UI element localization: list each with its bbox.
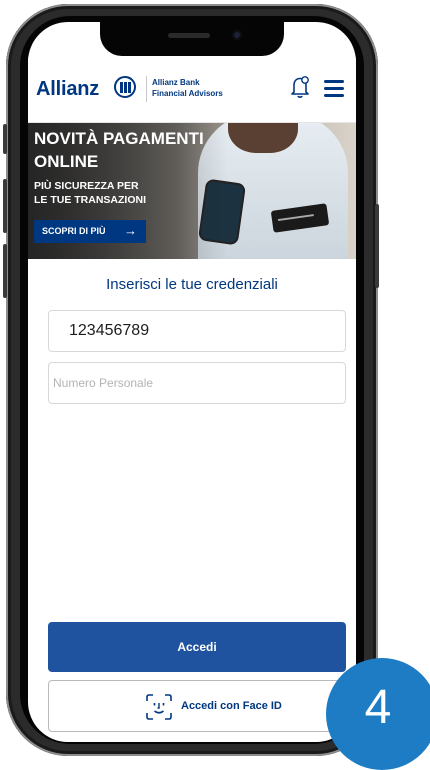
volume-down-button (3, 244, 7, 298)
face-id-login-button[interactable]: Accedi con Face ID (48, 680, 346, 732)
power-button (375, 204, 379, 288)
discover-more-button[interactable]: SCOPRI DI PIÙ → (34, 220, 146, 243)
brand-divider (146, 76, 147, 102)
banner-subtitle-line1: PIÙ SICUREZZA PER (34, 180, 139, 192)
promo-banner[interactable]: NOVITÀ PAGAMENTI ONLINE PIÙ SICUREZZA PE… (28, 123, 356, 259)
banner-title-line1: NOVITÀ PAGAMENTI (34, 129, 204, 148)
banner-title-line2: ONLINE (34, 152, 99, 171)
speaker-grille (168, 33, 210, 38)
banner-subtitle: PIÙ SICUREZZA PER LE TUE TRANSAZIONI (34, 179, 146, 207)
personal-number-input[interactable] (48, 362, 346, 404)
arrow-right-icon: → (124, 223, 137, 238)
banner-title: NOVITÀ PAGAMENTI ONLINE (34, 127, 334, 173)
face-id-icon (146, 694, 172, 720)
front-camera (232, 30, 242, 40)
hamburger-menu-icon[interactable] (324, 80, 344, 97)
step-number: 4 (364, 681, 392, 734)
app-header: Allianz Allianz Bank Financial Advisors (28, 56, 356, 123)
face-id-label: Accedi con Face ID (181, 700, 282, 712)
credentials-title: Inserisci le tue credenziali (106, 276, 278, 293)
step-number-badge: 4 (326, 658, 430, 770)
login-button[interactable]: Accedi (48, 622, 346, 672)
user-code-input[interactable] (48, 310, 346, 352)
banner-subtitle-line2: LE TUE TRANSAZIONI (34, 194, 146, 206)
phone-screen: Allianz Allianz Bank Financial Advisors … (28, 22, 356, 742)
side-button-left (3, 124, 7, 154)
bank-name-line2: Financial Advisors (152, 89, 223, 98)
allianz-logo-icon (114, 76, 136, 98)
brand-name: Allianz (36, 78, 100, 100)
notch (100, 22, 284, 56)
volume-up-button (3, 179, 7, 233)
bank-name-line1: Allianz Bank (152, 78, 200, 87)
notification-bell-icon[interactable] (288, 74, 312, 100)
bank-name: Allianz Bank Financial Advisors (152, 77, 223, 99)
discover-more-label: SCOPRI DI PIÙ (42, 226, 106, 236)
